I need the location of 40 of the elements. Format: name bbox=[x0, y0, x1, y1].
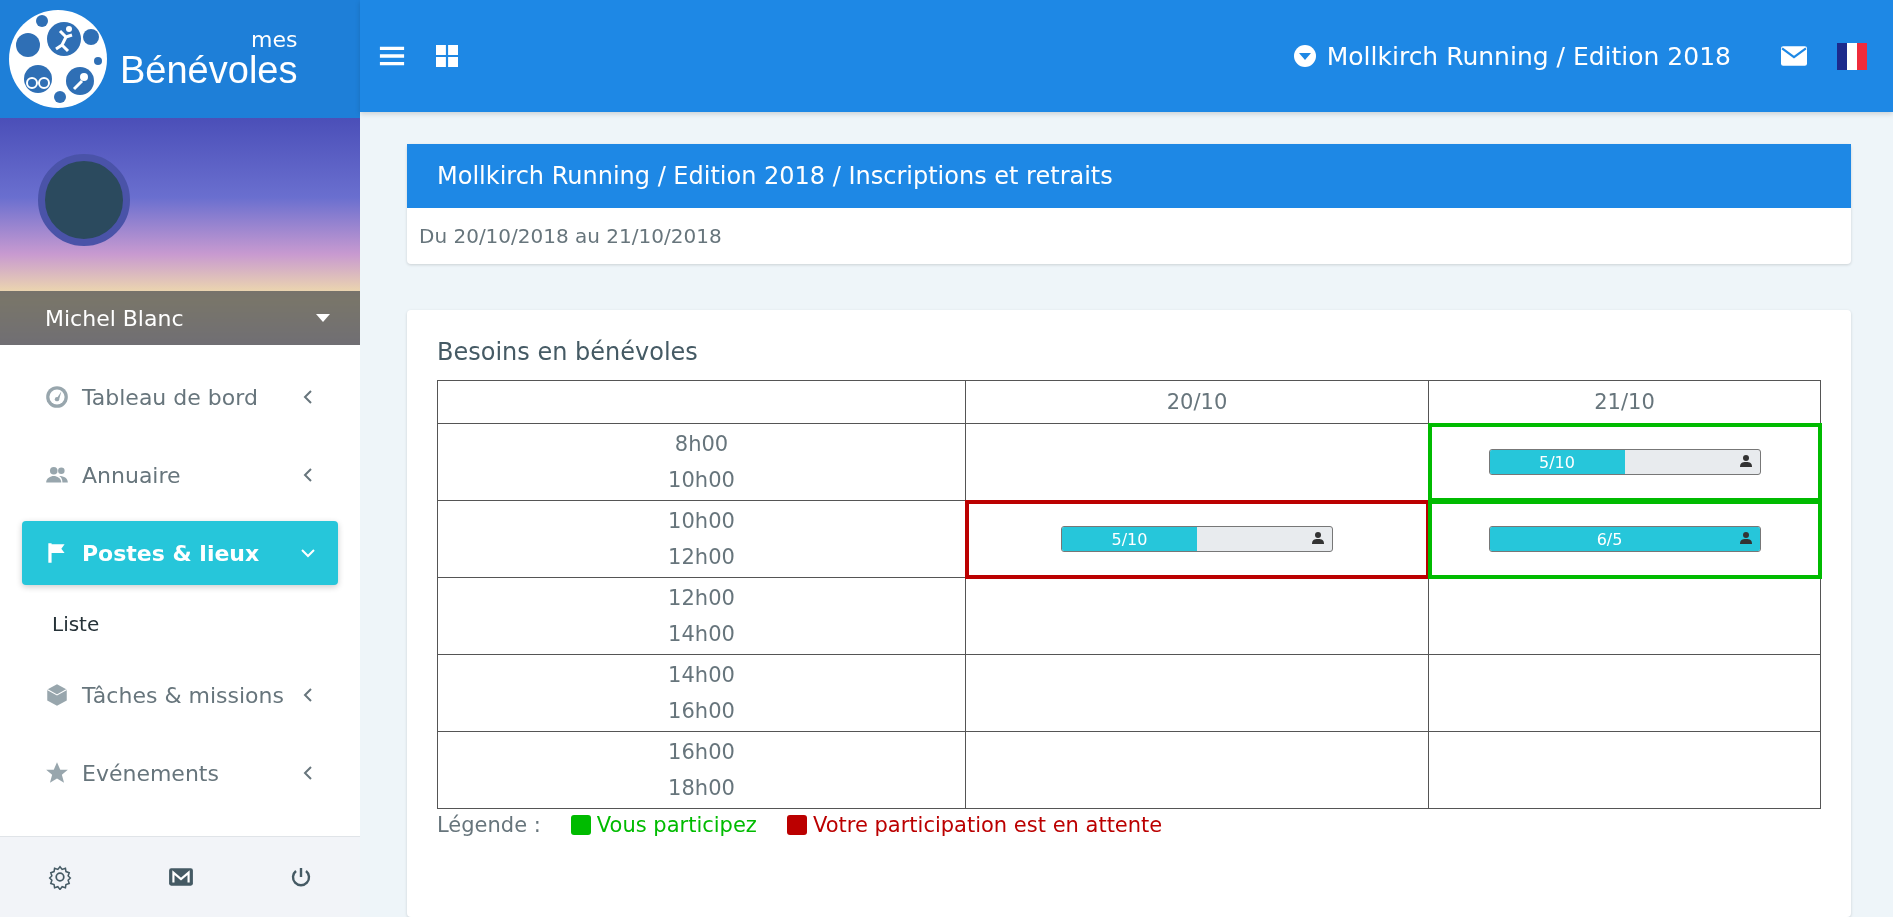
person-icon bbox=[1312, 532, 1324, 544]
caret-icon bbox=[316, 314, 330, 322]
person-icon bbox=[1739, 532, 1752, 544]
time-cell: 10h00 12h00 bbox=[437, 500, 966, 578]
event-selector[interactable]: Mollkirch Running / Edition 2018 bbox=[1292, 41, 1731, 71]
count-label: 5/10 bbox=[1110, 529, 1149, 549]
column-header: 21/10 bbox=[1428, 380, 1821, 424]
mail-icon[interactable] bbox=[1781, 46, 1807, 66]
legend-label: Légende : bbox=[437, 813, 541, 837]
date-range: Du 20/10/2018 au 21/10/2018 bbox=[418, 223, 723, 250]
legend-text: Vous participez bbox=[596, 813, 757, 837]
gauge-icon bbox=[44, 384, 70, 410]
nav-item[interactable]: Tâches & missions bbox=[22, 663, 338, 727]
section-title: Besoins en bénévoles bbox=[437, 338, 699, 366]
logo-text: mes bbox=[251, 29, 298, 51]
column-header: 20/10 bbox=[965, 380, 1429, 424]
nav-subitem[interactable]: Liste bbox=[22, 599, 338, 649]
logo-icon bbox=[8, 9, 108, 109]
page-title: Mollkirch Running / Edition 2018 / Inscriptions et retraits bbox=[437, 162, 1113, 190]
time-cell: 14h00 16h00 bbox=[437, 654, 966, 732]
mail-icon[interactable] bbox=[168, 866, 194, 888]
dropdown-icon bbox=[1292, 44, 1317, 68]
settings-icon[interactable] bbox=[47, 864, 74, 890]
nav-item[interactable]: Evénements bbox=[22, 741, 338, 805]
count-label: 5/10 bbox=[1538, 452, 1576, 472]
menu-icon[interactable] bbox=[378, 45, 406, 67]
nav-item[interactable]: Tableau de bord bbox=[22, 365, 338, 429]
time-cell: 8h00 10h00 bbox=[437, 423, 966, 501]
count-label: 6/5 bbox=[1595, 529, 1624, 549]
french-flag-icon[interactable] bbox=[1837, 42, 1867, 70]
time-cell: 16h00 18h00 bbox=[437, 731, 966, 809]
time-cell: 12h00 14h00 bbox=[437, 577, 966, 655]
logo-text: Bénévoles bbox=[120, 51, 298, 89]
legend-text: Votre participation est en attente bbox=[812, 813, 1163, 837]
user-name: Michel Blanc bbox=[45, 305, 184, 331]
grid-icon[interactable] bbox=[436, 45, 458, 67]
user-menu[interactable]: Michel Blanc bbox=[0, 291, 360, 345]
box-icon bbox=[44, 682, 70, 708]
person-icon bbox=[1739, 455, 1752, 467]
nav-item[interactable]: Annuaire bbox=[22, 443, 338, 507]
